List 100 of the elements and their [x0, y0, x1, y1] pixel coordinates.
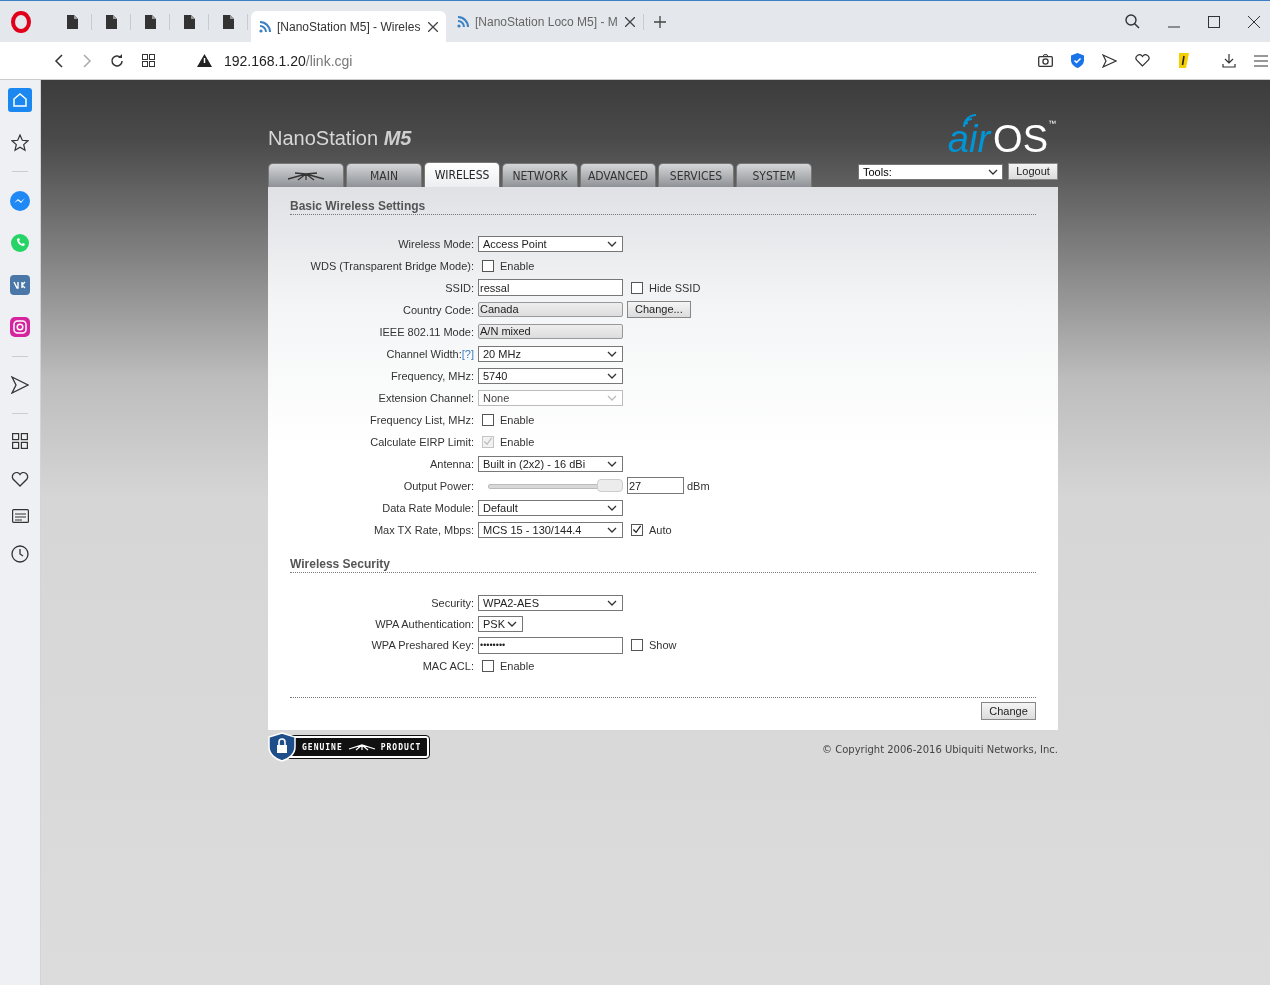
readonly-field: A/N mixed — [478, 324, 623, 339]
nav-tab[interactable]: MAIN — [346, 163, 422, 187]
text-field[interactable]: ressal — [478, 279, 623, 296]
close-icon[interactable] — [428, 21, 438, 32]
dropdown[interactable]: MCS 15 - 130/144.4 — [478, 521, 623, 538]
address-field[interactable]: 192.168.1.20/link.cgi — [224, 52, 353, 69]
document-icon[interactable] — [222, 14, 234, 29]
menu-icon[interactable] — [1254, 54, 1268, 67]
warning-icon[interactable] — [197, 54, 212, 67]
antenna-logo-icon — [287, 170, 325, 181]
chevron-icon — [607, 460, 617, 467]
dropdown[interactable]: PSK — [478, 616, 523, 632]
chat-app-icon[interactable] — [10, 275, 30, 295]
extension-icon[interactable] — [1178, 53, 1190, 68]
checkbox[interactable] — [482, 660, 494, 672]
home-icon[interactable] — [8, 88, 32, 112]
dropdown[interactable]: Access Point — [478, 235, 623, 252]
heart-icon[interactable] — [11, 471, 29, 487]
chat-icon[interactable] — [10, 191, 30, 211]
clock-icon[interactable] — [11, 545, 29, 563]
news-icon[interactable] — [11, 509, 29, 523]
text-field[interactable]: •••••••• — [478, 636, 623, 654]
checkbox[interactable] — [482, 413, 494, 426]
field-label: Data Rate Module: — [382, 501, 474, 514]
slider-thumb[interactable] — [597, 478, 623, 492]
chevron-icon — [607, 394, 617, 401]
browser-tab[interactable]: [NanoStation M5] - Wireles — [251, 10, 446, 43]
maximize-icon[interactable] — [1208, 15, 1220, 28]
browser-tab[interactable]: [NanoStation Loco M5] - M — [449, 13, 644, 30]
antenna-logo-icon — [347, 743, 376, 751]
star-icon[interactable] — [11, 134, 29, 152]
document-icon[interactable] — [183, 14, 195, 29]
chevron-icon — [607, 240, 617, 247]
checkbox-label: Enable — [500, 413, 535, 426]
unit-label: dBm — [687, 479, 710, 492]
logout-button[interactable]: Logout — [1008, 163, 1058, 180]
camera-icon[interactable] — [1038, 54, 1053, 67]
camera-app-icon[interactable] — [10, 317, 30, 337]
heart-icon[interactable] — [1135, 54, 1150, 67]
dropdown[interactable]: Default — [478, 499, 623, 516]
checkbox-label: Show — [649, 639, 677, 651]
airos-logo: airOS™ — [947, 114, 1058, 158]
chevron-icon — [607, 526, 617, 533]
chevron-icon — [607, 600, 617, 606]
download-icon[interactable] — [1222, 53, 1236, 68]
checkbox-label: Enable — [500, 259, 535, 272]
change-button[interactable]: Change — [981, 702, 1036, 720]
nav-tab[interactable]: ADVANCED — [580, 163, 656, 187]
dropdown[interactable]: 20 MHz — [478, 345, 623, 362]
send-icon[interactable] — [1102, 53, 1117, 68]
field-label: WPA Preshared Key: — [371, 639, 474, 651]
send-icon[interactable] — [11, 376, 29, 394]
grid-icon[interactable] — [142, 54, 155, 67]
product-title: NanoStation M5 — [268, 126, 412, 150]
checkbox-label: Enable — [500, 660, 535, 672]
checkbox-label: Hide SSID — [649, 281, 701, 294]
checkbox[interactable] — [482, 259, 494, 272]
grid-icon[interactable] — [12, 433, 28, 449]
field-label: MAC ACL: — [422, 660, 474, 672]
dropdown[interactable]: WPA2-AES — [478, 595, 623, 611]
shield-icon[interactable] — [1071, 53, 1084, 68]
document-icon[interactable] — [66, 14, 78, 29]
field-label: Country Code: — [403, 303, 474, 316]
search-icon[interactable] — [1125, 14, 1140, 29]
change-button[interactable]: Change... — [627, 301, 691, 318]
checkbox[interactable] — [631, 639, 643, 651]
section-title: Basic Wireless Settings — [290, 199, 1036, 215]
badge-text: GENUINE — [302, 742, 343, 752]
checkbox-label: Auto — [649, 523, 672, 536]
dropdown[interactable]: 5740 — [478, 367, 623, 384]
close-icon[interactable] — [625, 16, 635, 27]
chevron-icon — [607, 504, 617, 511]
field-label: WPA Authentication: — [375, 618, 474, 630]
checkbox[interactable] — [631, 281, 643, 294]
chevron-icon — [988, 169, 998, 175]
checkbox[interactable] — [631, 523, 643, 536]
tools-dropdown[interactable]: Tools: — [858, 164, 1003, 180]
document-icon[interactable] — [144, 14, 156, 29]
close-icon[interactable] — [1248, 15, 1260, 28]
nav-tab[interactable] — [268, 163, 344, 187]
field-label: Max TX Rate, Mbps: — [373, 523, 474, 536]
document-icon[interactable] — [105, 14, 117, 29]
tab-title: [NanoStation Loco M5] - M — [475, 14, 619, 29]
nav-tab[interactable]: SERVICES — [658, 163, 734, 187]
field-label: Wireless Mode: — [398, 237, 474, 250]
help-link[interactable]: [?] — [461, 347, 474, 360]
power-field[interactable]: 27 — [627, 477, 684, 494]
field-label: Output Power: — [403, 479, 474, 492]
chevron-icon — [607, 350, 617, 357]
nav-tab[interactable]: NETWORK — [502, 163, 578, 187]
browser-logo-icon[interactable] — [11, 10, 31, 33]
dropdown[interactable]: Built in (2x2) - 16 dBi — [478, 455, 623, 472]
nav-tab[interactable]: WIRELESS — [424, 162, 500, 187]
field-label: Frequency, MHz: — [391, 369, 474, 382]
new-tab-icon[interactable] — [654, 15, 666, 28]
back-icon[interactable] — [54, 53, 64, 68]
reload-icon[interactable] — [110, 53, 124, 68]
field-label: WDS (Transparent Bridge Mode): — [310, 259, 474, 272]
badge-text: PRODUCT — [380, 742, 422, 752]
nav-tab[interactable]: SYSTEM — [736, 163, 812, 187]
